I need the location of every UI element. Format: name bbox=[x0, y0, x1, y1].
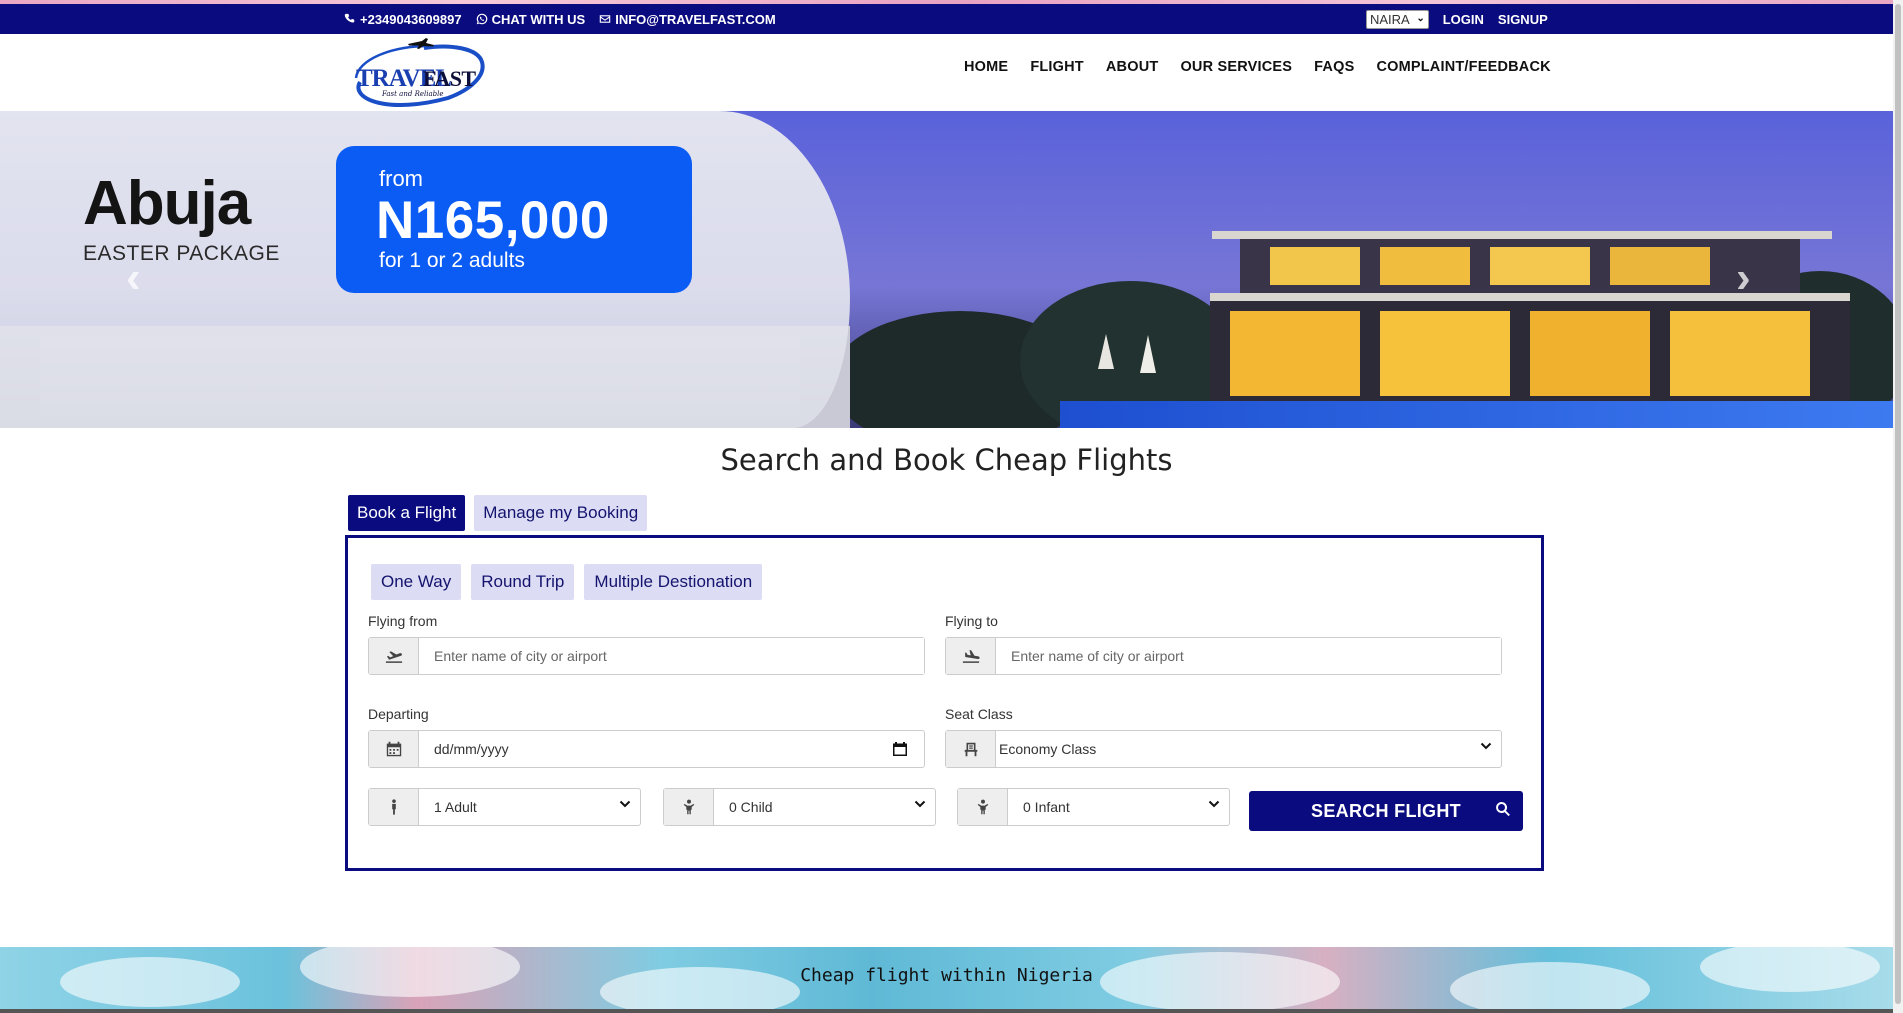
scrollbar-thumb[interactable] bbox=[1895, 4, 1901, 1004]
page: +2349043609897 CHAT WITH US INFO@TRAVELF… bbox=[0, 0, 1903, 1013]
signup-link[interactable]: SIGNUP bbox=[1498, 12, 1548, 27]
chat-link[interactable]: CHAT WITH US bbox=[476, 11, 586, 27]
chevron-down-icon bbox=[619, 800, 631, 808]
plane-departure-icon bbox=[385, 651, 402, 663]
travelfast-logo[interactable]: TRAVEL FAST Fast and Reliable bbox=[350, 38, 488, 110]
departing-date-value: dd/mm/yyyy bbox=[434, 741, 509, 757]
seat-class-group: Economy Class bbox=[945, 730, 1502, 768]
email-link[interactable]: INFO@TRAVELFAST.COM bbox=[599, 12, 776, 27]
landing-addon bbox=[946, 638, 996, 674]
phone-link[interactable]: +2349043609897 bbox=[344, 12, 462, 27]
child-addon bbox=[664, 789, 714, 825]
search-flight-label: SEARCH FLIGHT bbox=[1311, 800, 1461, 821]
adults-group: 1 Adult bbox=[368, 788, 641, 826]
search-flight-button[interactable]: SEARCH FLIGHT bbox=[1249, 791, 1523, 831]
flying-from-group bbox=[368, 637, 925, 675]
departing-date-input[interactable]: dd/mm/yyyy bbox=[419, 731, 924, 767]
nav-about[interactable]: ABOUT bbox=[1106, 59, 1159, 75]
child-icon bbox=[683, 799, 694, 815]
hero-carousel: Abuja EASTER PACKAGE from N165,000 for 1… bbox=[0, 111, 1893, 428]
carousel-next-icon[interactable]: › bbox=[1736, 253, 1751, 303]
chevron-down-icon: ⌄ bbox=[1416, 12, 1425, 24]
seat-class-label: Seat Class bbox=[945, 706, 1013, 722]
infant-addon bbox=[958, 789, 1008, 825]
flying-from-label: Flying from bbox=[368, 613, 438, 629]
departing-label: Departing bbox=[368, 706, 429, 722]
children-select[interactable]: 0 Child bbox=[714, 789, 935, 825]
calendar-addon bbox=[369, 731, 419, 767]
flying-to-label: Flying to bbox=[945, 613, 998, 629]
account-links: NAIRA ⌄ LOGIN SIGNUP bbox=[1366, 4, 1548, 34]
chevron-down-icon bbox=[914, 800, 926, 808]
email-text: INFO@TRAVELFAST.COM bbox=[615, 11, 776, 27]
departing-group: dd/mm/yyyy bbox=[368, 730, 925, 768]
seat-class-select[interactable]: Economy Class bbox=[996, 731, 1501, 767]
chat-text: CHAT WITH US bbox=[491, 11, 586, 27]
nav-faqs[interactable]: FAQS bbox=[1314, 59, 1354, 75]
flight-search-form: One Way Round Trip Multiple Destionation… bbox=[345, 535, 1544, 871]
phone-icon bbox=[344, 13, 355, 23]
whatsapp-icon bbox=[476, 13, 487, 25]
adult-icon bbox=[391, 799, 396, 815]
infants-value: 0 Infant bbox=[1023, 799, 1070, 815]
flying-from-input[interactable] bbox=[419, 638, 924, 674]
nav-our-services[interactable]: OUR SERVICES bbox=[1180, 59, 1292, 75]
contact-links: +2349043609897 CHAT WITH US INFO@TRAVELF… bbox=[344, 4, 776, 34]
infants-group: 0 Infant bbox=[957, 788, 1230, 826]
logo-text-accent: FAST bbox=[423, 66, 476, 91]
main-nav: HOME FLIGHT ABOUT OUR SERVICES FAQS COMP… bbox=[964, 34, 1573, 100]
adult-addon bbox=[369, 789, 419, 825]
logo-tagline: Fast and Reliable bbox=[381, 90, 444, 98]
promo-banner: Cheap flight within Nigeria bbox=[0, 947, 1893, 1009]
flying-to-group bbox=[945, 637, 1502, 675]
nav-home[interactable]: HOME bbox=[964, 59, 1008, 75]
trip-one-way[interactable]: One Way bbox=[371, 564, 462, 600]
trip-multiple-destination[interactable]: Multiple Destionation bbox=[584, 564, 763, 600]
site-header: TRAVEL FAST Fast and Reliable HOME FLIGH… bbox=[0, 34, 1893, 111]
flying-to-input[interactable] bbox=[996, 638, 1501, 674]
banner-text: Cheap flight within Nigeria bbox=[800, 965, 1093, 986]
chevron-down-icon bbox=[1480, 742, 1492, 750]
search-section-title: Search and Book Cheap Flights bbox=[720, 443, 1173, 477]
tab-manage-booking[interactable]: Manage my Booking bbox=[474, 495, 648, 531]
search-icon bbox=[1496, 802, 1510, 817]
trip-round-trip[interactable]: Round Trip bbox=[471, 564, 575, 600]
seat-class-value: Economy Class bbox=[999, 741, 1097, 757]
promo-city: Abuja bbox=[83, 169, 251, 238]
adults-select[interactable]: 1 Adult bbox=[419, 789, 640, 825]
currency-select[interactable]: NAIRA ⌄ bbox=[1366, 9, 1429, 29]
seat-icon bbox=[964, 742, 977, 757]
seat-addon bbox=[946, 731, 996, 767]
nav-flight[interactable]: FLIGHT bbox=[1030, 59, 1084, 75]
booking-tabs: Book a Flight Manage my Booking bbox=[348, 495, 648, 531]
trip-type-selector: One Way Round Trip Multiple Destionation bbox=[371, 564, 763, 600]
plane-arrival-icon bbox=[962, 650, 980, 663]
carousel-prev-icon[interactable]: ‹ bbox=[126, 253, 141, 303]
promo-from: from bbox=[379, 166, 423, 191]
infant-icon bbox=[977, 799, 988, 815]
chevron-down-icon bbox=[1208, 800, 1220, 808]
promo-package: EASTER PACKAGE bbox=[83, 242, 280, 265]
nav-complaint-feedback[interactable]: COMPLAINT/FEEDBACK bbox=[1376, 59, 1550, 75]
children-value: 0 Child bbox=[729, 799, 773, 815]
login-link[interactable]: LOGIN bbox=[1443, 12, 1484, 27]
children-group: 0 Child bbox=[663, 788, 936, 826]
promo-for: for 1 or 2 adults bbox=[379, 249, 525, 272]
takeoff-addon bbox=[369, 638, 419, 674]
infants-select[interactable]: 0 Infant bbox=[1008, 789, 1229, 825]
phone-text: +2349043609897 bbox=[360, 11, 462, 27]
promo-price-box: from N165,000 for 1 or 2 adults bbox=[336, 146, 692, 293]
calendar-icon bbox=[386, 741, 401, 757]
bottom-edge bbox=[0, 1009, 1903, 1013]
adults-value: 1 Adult bbox=[434, 799, 477, 815]
currency-value: NAIRA bbox=[1370, 11, 1410, 27]
tab-book-a-flight[interactable]: Book a Flight bbox=[348, 495, 466, 531]
utility-bar: +2349043609897 CHAT WITH US INFO@TRAVELF… bbox=[0, 4, 1893, 34]
promo-price: N165,000 bbox=[376, 191, 610, 250]
date-picker-icon[interactable] bbox=[892, 741, 908, 757]
envelope-icon bbox=[599, 15, 611, 23]
